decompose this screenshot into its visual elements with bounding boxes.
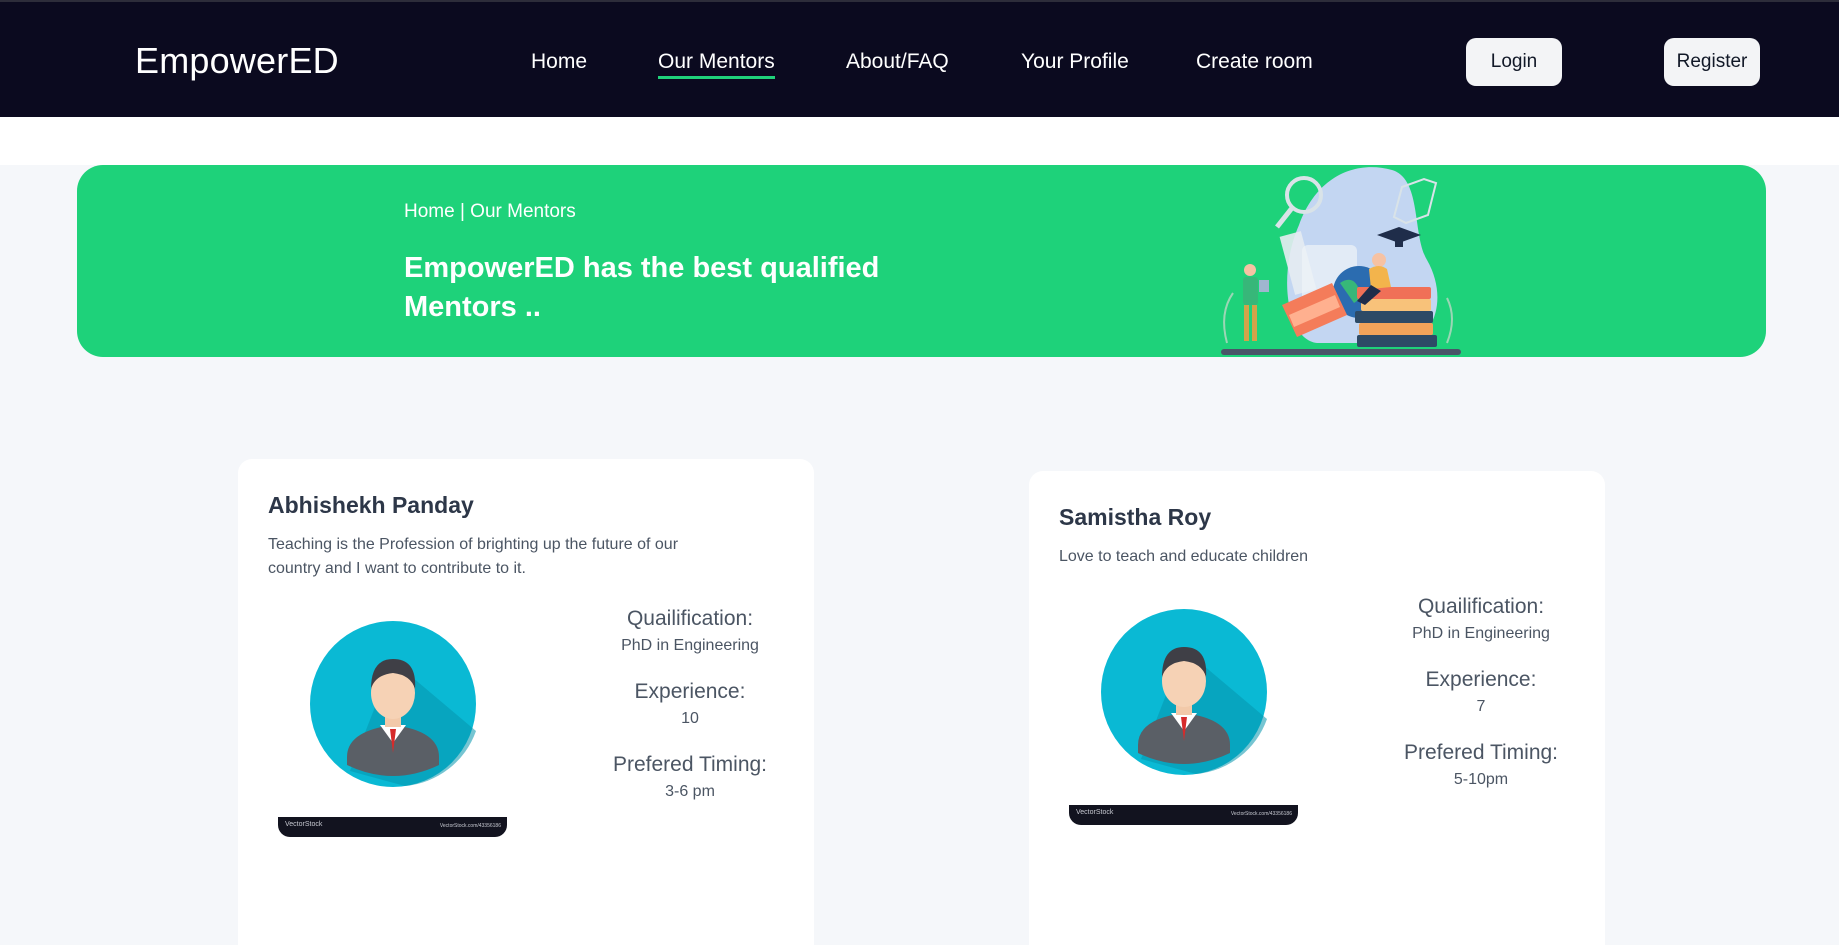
mentor-card[interactable]: Abhishekh Panday Teaching is the Profess… bbox=[238, 459, 814, 945]
header-spacer bbox=[0, 117, 1839, 165]
hero-title: EmpowerED has the best qualified Mentors… bbox=[404, 252, 880, 323]
mentor-details: Quailification: PhD in Engineering Exper… bbox=[1381, 595, 1581, 814]
experience-label: Experience: bbox=[1425, 668, 1537, 691]
timing-value: 5-10pm bbox=[1453, 771, 1509, 788]
experience-value: 7 bbox=[1476, 698, 1486, 715]
nav-home[interactable]: Home bbox=[531, 50, 587, 74]
mentor-bio: Teaching is the Profession of brighting … bbox=[268, 536, 679, 577]
nav-about-faq[interactable]: About/FAQ bbox=[846, 50, 949, 74]
qualification-value: PhD in Engineering bbox=[621, 637, 759, 654]
experience-value: 10 bbox=[681, 710, 699, 727]
hero-banner: Home | Our Mentors EmpowerED has the bes… bbox=[77, 165, 1766, 357]
experience-label: Experience: bbox=[634, 680, 746, 703]
timing-label: Prefered Timing: bbox=[612, 753, 768, 776]
education-illustration bbox=[1221, 167, 1461, 355]
nav-your-profile[interactable]: Your Profile bbox=[1021, 50, 1129, 74]
qualification-label: Quailification: bbox=[626, 607, 754, 630]
vectorstock-watermark: VectorStock VectorStock.com/43356186 bbox=[1069, 805, 1298, 825]
vectorstock-watermark: VectorStock VectorStock.com/43356186 bbox=[278, 817, 507, 837]
timing-label: Prefered Timing: bbox=[1403, 741, 1559, 764]
nav-create-room[interactable]: Create room bbox=[1196, 50, 1313, 74]
mentor-name: Samistha Roy bbox=[1059, 504, 1212, 530]
mentor-card[interactable]: Samistha Roy Love to teach and educate c… bbox=[1029, 471, 1605, 945]
nav-our-mentors[interactable]: Our Mentors bbox=[658, 50, 775, 79]
mentor-avatar bbox=[1101, 609, 1267, 775]
register-button[interactable]: Register bbox=[1664, 38, 1760, 86]
breadcrumb: Home | Our Mentors bbox=[404, 201, 576, 222]
top-navbar: EmpowerED Home Our Mentors About/FAQ You… bbox=[0, 0, 1839, 117]
mentor-bio: Love to teach and educate children bbox=[1059, 548, 1309, 565]
qualification-value: PhD in Engineering bbox=[1412, 625, 1550, 642]
brand-logo[interactable]: EmpowerED bbox=[135, 40, 339, 82]
timing-value: 3-6 pm bbox=[665, 783, 715, 800]
qualification-label: Quailification: bbox=[1417, 595, 1545, 618]
login-button[interactable]: Login bbox=[1466, 38, 1562, 86]
mentor-name: Abhishekh Panday bbox=[268, 492, 474, 518]
mentor-details: Quailification: PhD in Engineering Exper… bbox=[590, 607, 790, 826]
mentor-avatar bbox=[310, 621, 476, 787]
